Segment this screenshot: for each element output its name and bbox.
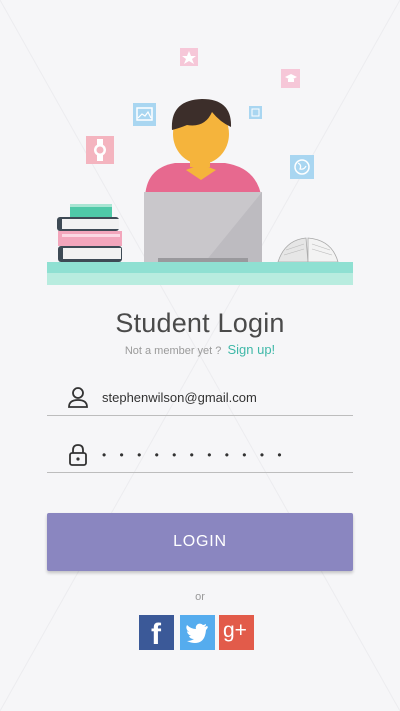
- lock-icon: [69, 444, 87, 466]
- email-field[interactable]: stephenwilson@gmail.com: [47, 381, 353, 416]
- image-icon: [133, 103, 156, 126]
- password-value: • • • • • • • • • • •: [102, 448, 287, 462]
- or-divider-text: or: [195, 591, 205, 603]
- laptop-icon: [144, 192, 262, 263]
- twitter-login-button[interactable]: [180, 615, 215, 650]
- signup-prompt: Not a member yet ? Sign up!: [0, 342, 400, 357]
- globe-icon: [290, 155, 314, 179]
- signup-prompt-text: Not a member yet ?: [124, 345, 222, 357]
- watch-icon: [86, 136, 114, 164]
- login-button[interactable]: LOGIN: [47, 513, 353, 571]
- hero-illustration: [47, 48, 353, 285]
- signup-link[interactable]: Sign up!: [227, 342, 275, 357]
- small-square-icon: [249, 106, 262, 119]
- desk: [47, 262, 353, 285]
- page-title: Student Login: [115, 308, 285, 338]
- googleplus-icon: g+: [223, 619, 247, 642]
- facebook-login-button[interactable]: f: [139, 615, 174, 651]
- twitter-icon: [186, 623, 208, 643]
- email-value: stephenwilson@gmail.com: [102, 390, 257, 405]
- password-field[interactable]: • • • • • • • • • • •: [47, 438, 353, 473]
- person-icon: [68, 387, 88, 408]
- books-icon: [57, 204, 122, 262]
- graduation-cap-icon: [281, 69, 300, 88]
- googleplus-login-button[interactable]: g+: [219, 615, 254, 650]
- facebook-icon: f: [151, 618, 161, 651]
- open-book-icon: [277, 237, 339, 263]
- star-icon: [180, 48, 198, 66]
